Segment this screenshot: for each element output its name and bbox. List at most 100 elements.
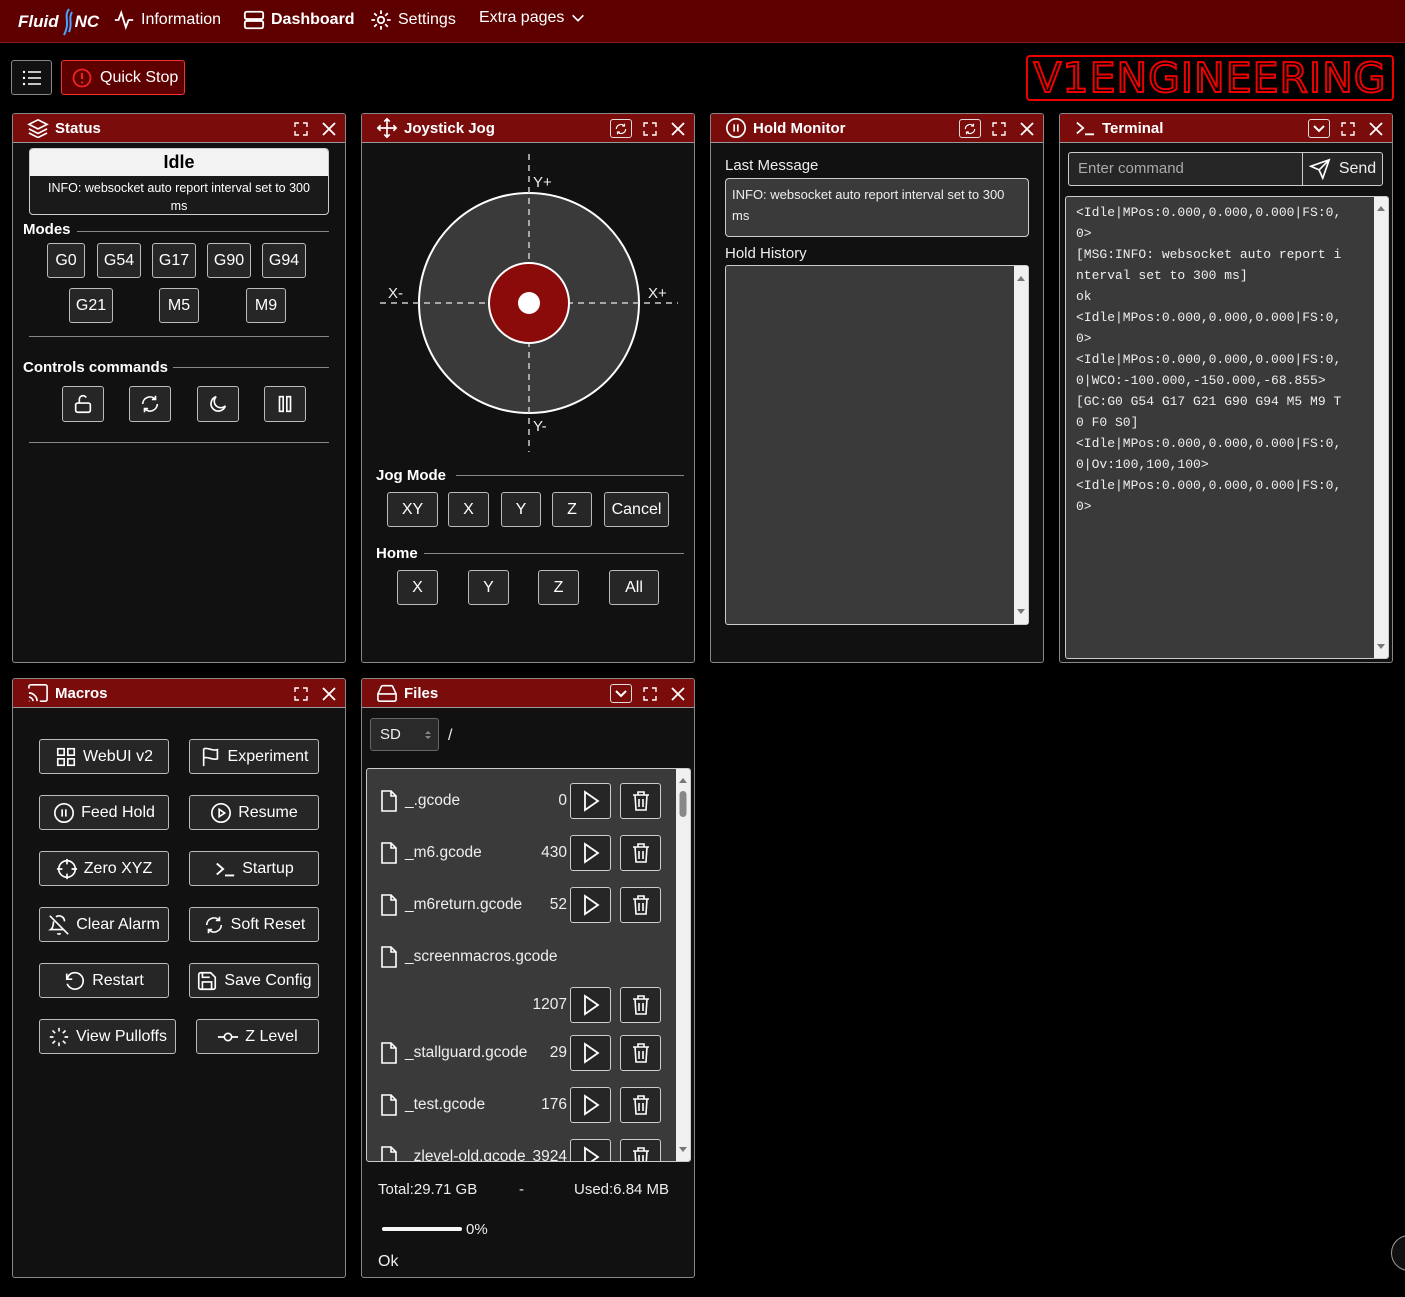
- play-file-button[interactable]: [570, 783, 611, 819]
- mode-g0[interactable]: G0: [47, 243, 85, 278]
- file-name[interactable]: _test.gcode: [405, 1096, 485, 1114]
- file-row[interactable]: _m6.gcode 430: [367, 835, 677, 875]
- file-list[interactable]: _.gcode 0 _m6.gcode 430 _m6return.gcode 52 _sc…: [366, 768, 691, 1162]
- close-icon[interactable]: [1366, 119, 1386, 138]
- delete-file-button[interactable]: [620, 1087, 661, 1123]
- mode-g54[interactable]: G54: [97, 243, 141, 278]
- nav-information[interactable]: Information: [113, 9, 221, 31]
- unlock-button[interactable]: [62, 386, 104, 422]
- mode-g21[interactable]: G21: [69, 288, 113, 323]
- macro-webui-v2[interactable]: WebUI v2: [39, 739, 169, 774]
- close-icon[interactable]: [668, 119, 688, 138]
- play-file-button[interactable]: [570, 1087, 611, 1123]
- close-icon[interactable]: [319, 684, 339, 703]
- file-row[interactable]: _m6return.gcode 52: [367, 887, 677, 927]
- macro-zero-xyz[interactable]: Zero XYZ: [39, 851, 169, 886]
- terminal-collapse-button[interactable]: [1308, 119, 1330, 138]
- mode-g17[interactable]: G17: [152, 243, 196, 278]
- close-icon[interactable]: [668, 684, 688, 703]
- file-name[interactable]: _m6.gcode: [405, 844, 482, 862]
- delete-file-button[interactable]: [620, 1035, 661, 1071]
- hold-refresh-button[interactable]: [959, 119, 981, 138]
- file-row[interactable]: _screenmacros.gcode 1207: [367, 939, 677, 1027]
- macro-soft-reset[interactable]: Soft Reset: [189, 907, 319, 942]
- file-row[interactable]: _stallguard.gcode 29: [367, 1035, 677, 1075]
- fullscreen-icon[interactable]: [640, 684, 660, 703]
- macro-startup[interactable]: Startup: [189, 851, 319, 886]
- macro-feed-hold[interactable]: Feed Hold: [39, 795, 169, 830]
- play-file-button[interactable]: [570, 1139, 611, 1161]
- mode-g94[interactable]: G94: [262, 243, 306, 278]
- mode-m5[interactable]: M5: [159, 288, 199, 323]
- play-file-button[interactable]: [570, 1035, 611, 1071]
- file-name[interactable]: _zlevel-old.gcode: [405, 1148, 526, 1161]
- macro-z-level[interactable]: Z Level: [196, 1019, 319, 1054]
- mode-g90[interactable]: G90: [207, 243, 251, 278]
- sleep-button[interactable]: [197, 386, 239, 422]
- file-row[interactable]: _test.gcode 176: [367, 1087, 677, 1127]
- delete-file-button[interactable]: [620, 987, 661, 1023]
- jog-mode-y[interactable]: Y: [501, 492, 541, 527]
- macro-view-pulloffs[interactable]: View Pulloffs: [39, 1019, 176, 1054]
- jog-mode-xy[interactable]: XY: [387, 492, 438, 527]
- files-panel-title: Files: [404, 684, 439, 702]
- hold-history-box[interactable]: [725, 265, 1029, 625]
- file-name[interactable]: _stallguard.gcode: [405, 1044, 527, 1062]
- fullscreen-icon[interactable]: [989, 119, 1009, 138]
- nav-extra-pages[interactable]: Extra pages: [479, 9, 586, 27]
- close-icon[interactable]: [1017, 119, 1037, 138]
- jog-mode-z[interactable]: Z: [552, 492, 592, 527]
- nav-settings[interactable]: Settings: [370, 9, 456, 31]
- macro-clear-alarm[interactable]: Clear Alarm: [39, 907, 169, 942]
- terminal-command-input[interactable]: Enter command: [1068, 152, 1303, 186]
- macro-restart[interactable]: Restart: [39, 963, 169, 998]
- quick-stop-button[interactable]: Quick Stop: [61, 60, 185, 95]
- play-file-button[interactable]: [570, 887, 611, 923]
- fullscreen-icon[interactable]: [640, 119, 660, 138]
- macro-experiment[interactable]: Experiment: [189, 739, 319, 774]
- delete-file-button[interactable]: [620, 835, 661, 871]
- feed-hold-button[interactable]: [264, 386, 306, 422]
- terminal-send-button[interactable]: Send: [1302, 152, 1383, 186]
- macro-save-config[interactable]: Save Config: [189, 963, 319, 998]
- terminal-scrollbar[interactable]: [1374, 197, 1388, 658]
- play-file-button[interactable]: [570, 835, 611, 871]
- jog-mode-divider: [456, 475, 684, 476]
- terminal-output[interactable]: <Idle|MPos:0.000,0.000,0.000|FS:0, 0> [MSG…: [1065, 196, 1389, 659]
- files-collapse-button[interactable]: [610, 684, 632, 703]
- macro-resume[interactable]: Resume: [189, 795, 319, 830]
- file-row[interactable]: _.gcode 0: [367, 783, 677, 823]
- hold-history-scrollbar[interactable]: [1014, 266, 1028, 624]
- delete-file-button[interactable]: [620, 783, 661, 819]
- brand-logo[interactable]: Fluid NC: [18, 8, 99, 36]
- file-name[interactable]: _screenmacros.gcode: [405, 948, 558, 966]
- joystick[interactable]: [376, 150, 682, 456]
- play-icon: [581, 1094, 601, 1116]
- file-size: 29: [549, 1044, 567, 1061]
- trash-icon: [631, 1146, 651, 1161]
- file-name[interactable]: _.gcode: [405, 792, 460, 810]
- jog-refresh-button[interactable]: [610, 119, 632, 138]
- home-x[interactable]: X: [397, 570, 438, 605]
- soft-reset-button[interactable]: [129, 386, 171, 422]
- fullscreen-icon[interactable]: [291, 684, 311, 703]
- home-all[interactable]: All: [609, 570, 659, 605]
- mode-m9[interactable]: M9: [246, 288, 286, 323]
- fullscreen-icon[interactable]: [1338, 119, 1358, 138]
- fullscreen-icon[interactable]: [291, 119, 311, 138]
- file-list-scrollbar[interactable]: [676, 769, 690, 1161]
- panel-menu-button[interactable]: [11, 60, 52, 95]
- file-name[interactable]: _m6return.gcode: [405, 896, 522, 914]
- close-icon[interactable]: [319, 119, 339, 138]
- file-row[interactable]: _zlevel-old.gcode 3924: [367, 1139, 677, 1161]
- home-z[interactable]: Z: [538, 570, 579, 605]
- home-y[interactable]: Y: [468, 570, 509, 605]
- play-file-button[interactable]: [570, 987, 611, 1023]
- jog-cancel-button[interactable]: Cancel: [604, 492, 669, 527]
- scroll-top-button[interactable]: [1391, 1235, 1405, 1271]
- delete-file-button[interactable]: [620, 1139, 661, 1161]
- delete-file-button[interactable]: [620, 887, 661, 923]
- file-source-select[interactable]: SD: [370, 718, 439, 751]
- jog-mode-x[interactable]: X: [448, 492, 489, 527]
- nav-dashboard[interactable]: Dashboard: [243, 9, 355, 31]
